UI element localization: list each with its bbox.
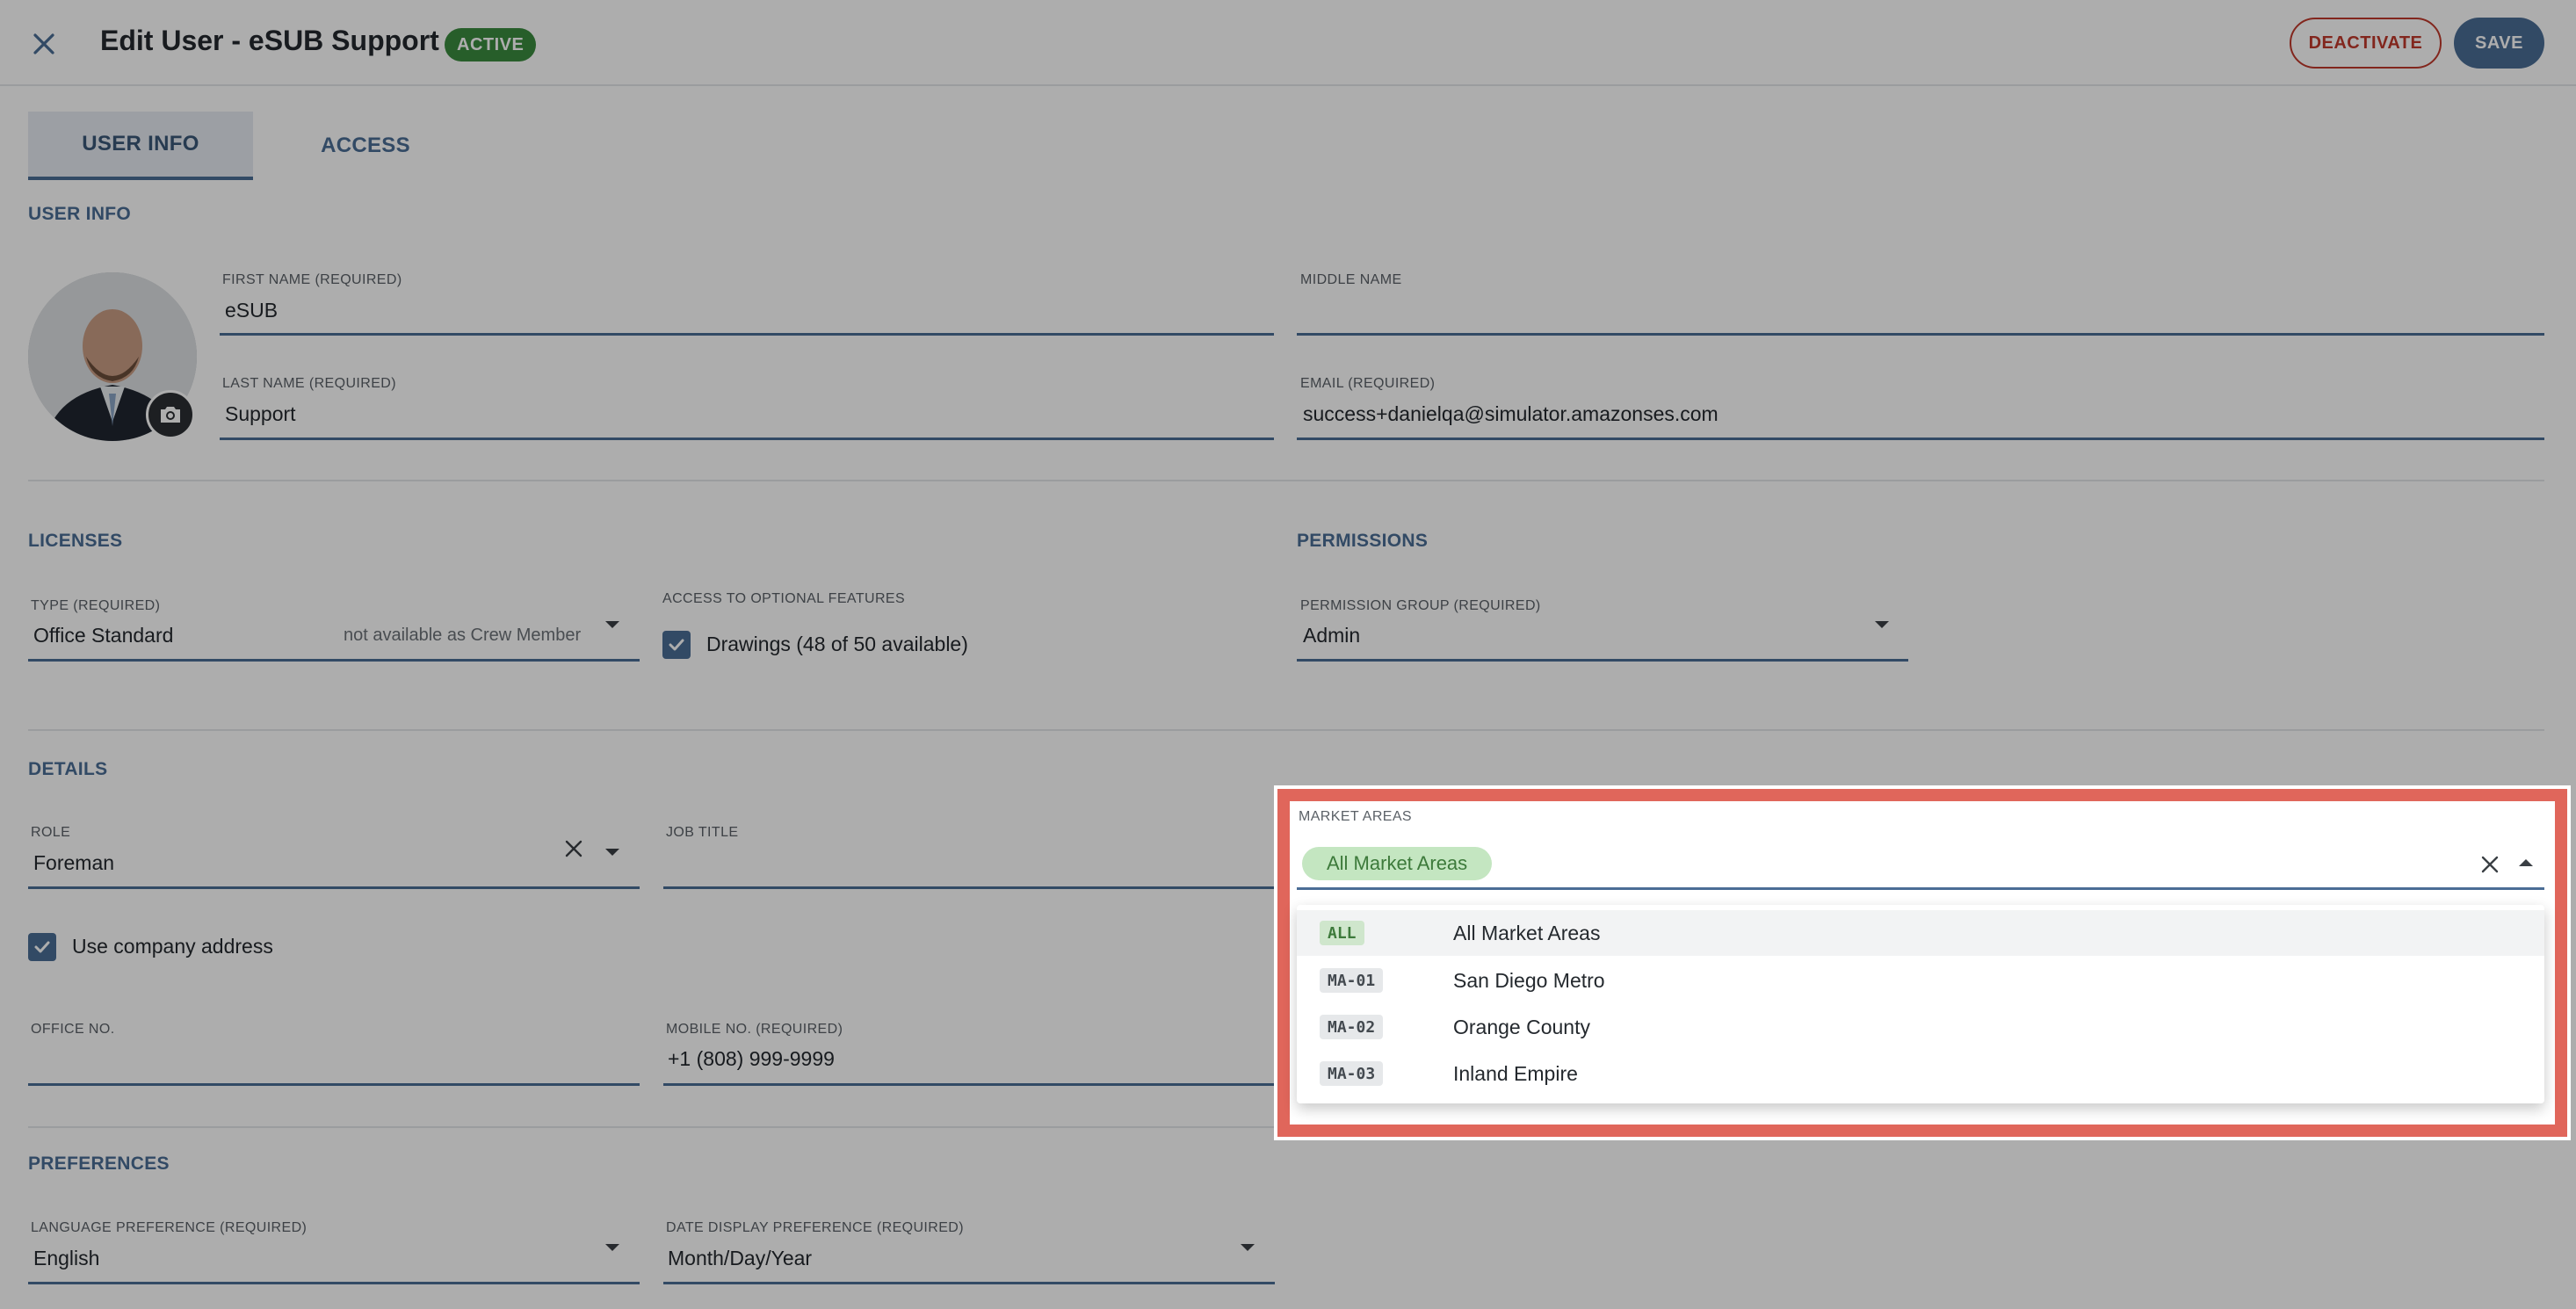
chevron-down-icon[interactable] bbox=[605, 849, 619, 856]
job-title-label: JOB TITLE bbox=[666, 825, 739, 840]
drawings-checkbox[interactable] bbox=[662, 631, 691, 659]
permission-group-underline bbox=[1297, 659, 1908, 662]
first-name-underline bbox=[220, 333, 1274, 336]
date-display-underline bbox=[663, 1282, 1275, 1284]
market-area-chip[interactable]: All Market Areas bbox=[1302, 847, 1493, 880]
clear-market-areas-button[interactable] bbox=[2480, 855, 2500, 879]
menu-item-label: All Market Areas bbox=[1453, 921, 1601, 944]
chevron-up-icon[interactable] bbox=[2519, 859, 2533, 866]
license-type-underline bbox=[28, 659, 640, 662]
tab-access[interactable]: ACCESS bbox=[253, 112, 478, 180]
divider bbox=[28, 729, 2544, 731]
section-title-licenses: LICENSES bbox=[28, 531, 123, 551]
job-title-field[interactable] bbox=[668, 851, 1265, 878]
status-badge: ACTIVE bbox=[445, 28, 537, 61]
permission-group-label: PERMISSION GROUP (REQUIRED) bbox=[1300, 598, 1541, 613]
first-name-label: FIRST NAME (REQUIRED) bbox=[222, 272, 402, 287]
check-icon bbox=[669, 639, 684, 651]
camera-icon bbox=[161, 407, 180, 423]
mobile-no-underline bbox=[663, 1083, 1275, 1086]
email-field[interactable]: success+danielqa@simulator.amazonses.com bbox=[1303, 402, 1719, 426]
email-label: EMAIL (REQUIRED) bbox=[1300, 376, 1436, 391]
last-name-field[interactable]: Support bbox=[225, 402, 296, 426]
language-underline bbox=[28, 1282, 640, 1284]
middle-name-field[interactable] bbox=[1303, 299, 2542, 325]
chevron-down-icon[interactable] bbox=[1241, 1244, 1255, 1251]
license-type-select[interactable]: Office Standard bbox=[33, 624, 173, 647]
market-areas-label: MARKET AREAS bbox=[1299, 809, 1412, 824]
role-label: ROLE bbox=[31, 825, 71, 840]
mobile-no-label: MOBILE NO. (REQUIRED) bbox=[666, 1022, 843, 1037]
mobile-no-field[interactable]: +1 (808) 999-9999 bbox=[668, 1047, 835, 1071]
menu-item-label: Inland Empire bbox=[1453, 1061, 1578, 1085]
change-photo-button[interactable] bbox=[146, 390, 195, 439]
license-type-label: TYPE (REQUIRED) bbox=[31, 598, 161, 613]
last-name-label: LAST NAME (REQUIRED) bbox=[222, 376, 396, 391]
section-title-details: DETAILS bbox=[28, 759, 108, 779]
office-no-field[interactable] bbox=[33, 1047, 631, 1074]
code-tag: MA-03 bbox=[1320, 1061, 1384, 1086]
deactivate-button[interactable]: DEACTIVATE bbox=[2290, 18, 2442, 69]
code-tag: ALL bbox=[1320, 921, 1364, 945]
divider bbox=[28, 480, 2544, 481]
drawings-label: Drawings (48 of 50 available) bbox=[706, 633, 968, 655]
section-title-preferences: PREFERENCES bbox=[28, 1154, 170, 1174]
permission-group-select[interactable]: Admin bbox=[1303, 624, 1360, 647]
menu-item-label: Orange County bbox=[1453, 1015, 1590, 1038]
optional-features-label: ACCESS TO OPTIONAL FEATURES bbox=[662, 591, 906, 606]
check-icon bbox=[34, 941, 50, 953]
first-name-field[interactable]: eSUB bbox=[225, 299, 278, 322]
close-icon bbox=[33, 33, 54, 54]
save-button[interactable]: SAVE bbox=[2454, 18, 2544, 69]
chevron-down-icon[interactable] bbox=[605, 621, 619, 628]
list-item[interactable]: ALL All Market Areas bbox=[1297, 910, 2544, 956]
tab-user-info[interactable]: USER INFO bbox=[28, 112, 253, 180]
email-underline bbox=[1297, 438, 2544, 440]
last-name-underline bbox=[220, 438, 1274, 440]
market-areas-menu: ALL All Market Areas MA-01 San Diego Met… bbox=[1297, 905, 2544, 1103]
section-title-permissions: PERMISSIONS bbox=[1297, 531, 1429, 551]
office-no-underline bbox=[28, 1083, 640, 1086]
market-areas-underline bbox=[1297, 887, 2544, 890]
use-company-address-label: Use company address bbox=[72, 935, 273, 958]
close-button[interactable] bbox=[19, 19, 69, 69]
section-title-user-info: USER INFO bbox=[28, 204, 132, 224]
list-item[interactable]: MA-03 Inland Empire bbox=[1297, 1051, 2544, 1096]
clear-role-button[interactable] bbox=[564, 839, 583, 863]
language-select[interactable]: English bbox=[33, 1247, 99, 1270]
date-display-select[interactable]: Month/Day/Year bbox=[668, 1247, 812, 1270]
code-tag: MA-02 bbox=[1320, 1015, 1384, 1039]
office-no-label: OFFICE NO. bbox=[31, 1022, 115, 1037]
middle-name-label: MIDDLE NAME bbox=[1300, 272, 1402, 287]
chevron-down-icon[interactable] bbox=[605, 1244, 619, 1251]
language-label: LANGUAGE PREFERENCE (REQUIRED) bbox=[31, 1220, 308, 1235]
list-item[interactable]: MA-01 San Diego Metro bbox=[1297, 958, 2544, 1003]
role-select[interactable]: Foreman bbox=[33, 851, 114, 875]
use-company-address-checkbox[interactable] bbox=[28, 933, 56, 961]
chevron-down-icon[interactable] bbox=[1875, 621, 1889, 628]
license-type-note: not available as Crew Member bbox=[344, 626, 582, 645]
code-tag: MA-01 bbox=[1320, 968, 1384, 993]
date-display-label: DATE DISPLAY PREFERENCE (REQUIRED) bbox=[666, 1220, 964, 1235]
list-item[interactable]: MA-02 Orange County bbox=[1297, 1004, 2544, 1050]
clear-icon bbox=[2481, 856, 2499, 873]
clear-icon bbox=[565, 840, 582, 857]
middle-name-underline bbox=[1297, 333, 2544, 336]
page-title: Edit User - eSUB Support bbox=[100, 25, 439, 56]
job-title-underline bbox=[663, 886, 1275, 889]
menu-item-label: San Diego Metro bbox=[1453, 968, 1605, 992]
role-underline bbox=[28, 886, 640, 889]
